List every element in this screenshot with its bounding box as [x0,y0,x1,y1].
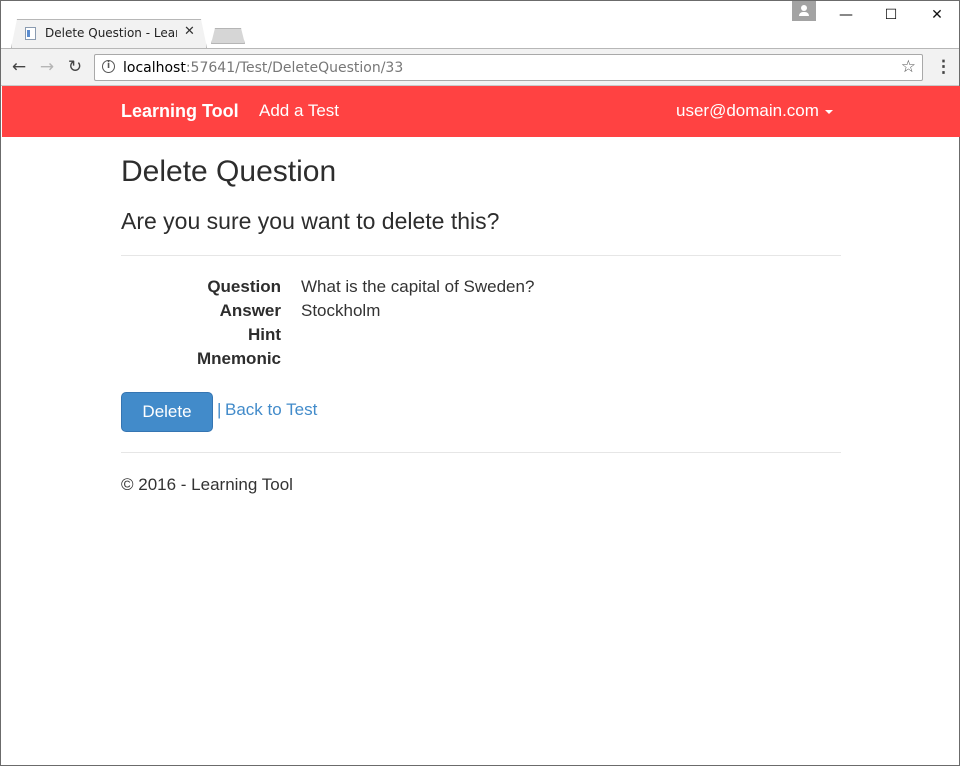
detail-row-hint: Hint [121,325,841,349]
footer-text: © 2016 - Learning Tool [121,475,293,494]
caret-down-icon [824,109,833,114]
maximize-button[interactable]: ☐ [879,5,903,25]
address-bar[interactable]: i localhost:57641/Test/DeleteQuestion/33… [94,54,923,81]
divider [121,255,841,256]
detail-value: What is the capital of Sweden? [301,277,535,296]
question-details: Question What is the capital of Sweden? … [121,277,841,373]
detail-value: Stockholm [301,301,381,320]
detail-row-answer: Answer Stockholm [121,301,841,325]
browser-window: Delete Question - Learning Tool ✕ — ☐ ✕ … [0,0,960,766]
info-icon[interactable]: i [102,60,115,73]
nav-link-add-test[interactable]: Add a Test [259,101,339,121]
detail-label: Hint [247,325,281,344]
page-title: Delete Question [121,155,337,188]
forward-arrow-icon[interactable]: → [35,55,59,79]
user-menu[interactable]: user@domain.com [676,101,833,121]
detail-row-question: Question What is the capital of Sweden? [121,277,841,301]
browser-toolbar: ← → ↻ i localhost:57641/Test/DeleteQuest… [1,48,959,86]
separator: | [217,400,222,419]
back-to-test-link[interactable]: Back to Test [225,400,317,420]
detail-label: Mnemonic [196,349,281,368]
menu-icon[interactable]: ⋮ [935,55,952,79]
back-arrow-icon[interactable]: ← [7,55,31,79]
detail-label: Question [207,277,281,296]
url-path: :57641/Test/DeleteQuestion/33 [185,60,404,76]
brand-link[interactable]: Learning Tool [121,101,239,122]
minimize-button[interactable]: — [834,5,858,25]
url-host: localhost [123,60,186,76]
footer-divider [121,452,841,453]
new-tab-button[interactable] [211,28,245,44]
close-window-button[interactable]: ✕ [925,5,949,25]
close-tab-icon[interactable]: ✕ [184,24,195,39]
confirm-heading: Are you sure you want to delete this? [121,208,500,234]
site-navbar: Learning Tool Add a Test user@domain.com [2,86,960,137]
detail-label: Answer [219,301,281,320]
url-text: localhost:57641/Test/DeleteQuestion/33 [123,60,403,76]
tab-title: Delete Question - Learning Tool [45,26,177,40]
detail-row-mnemonic: Mnemonic [121,349,841,373]
user-email: user@domain.com [676,101,819,120]
tab-strip: Delete Question - Learning Tool ✕ — ☐ ✕ [1,1,959,48]
delete-button[interactable]: Delete [121,392,213,432]
page-favicon-icon [25,27,36,40]
profile-icon[interactable] [792,1,816,21]
reload-icon[interactable]: ↻ [63,55,87,79]
tab-active[interactable]: Delete Question - Learning Tool ✕ [11,19,207,48]
star-icon[interactable]: ☆ [901,57,916,77]
